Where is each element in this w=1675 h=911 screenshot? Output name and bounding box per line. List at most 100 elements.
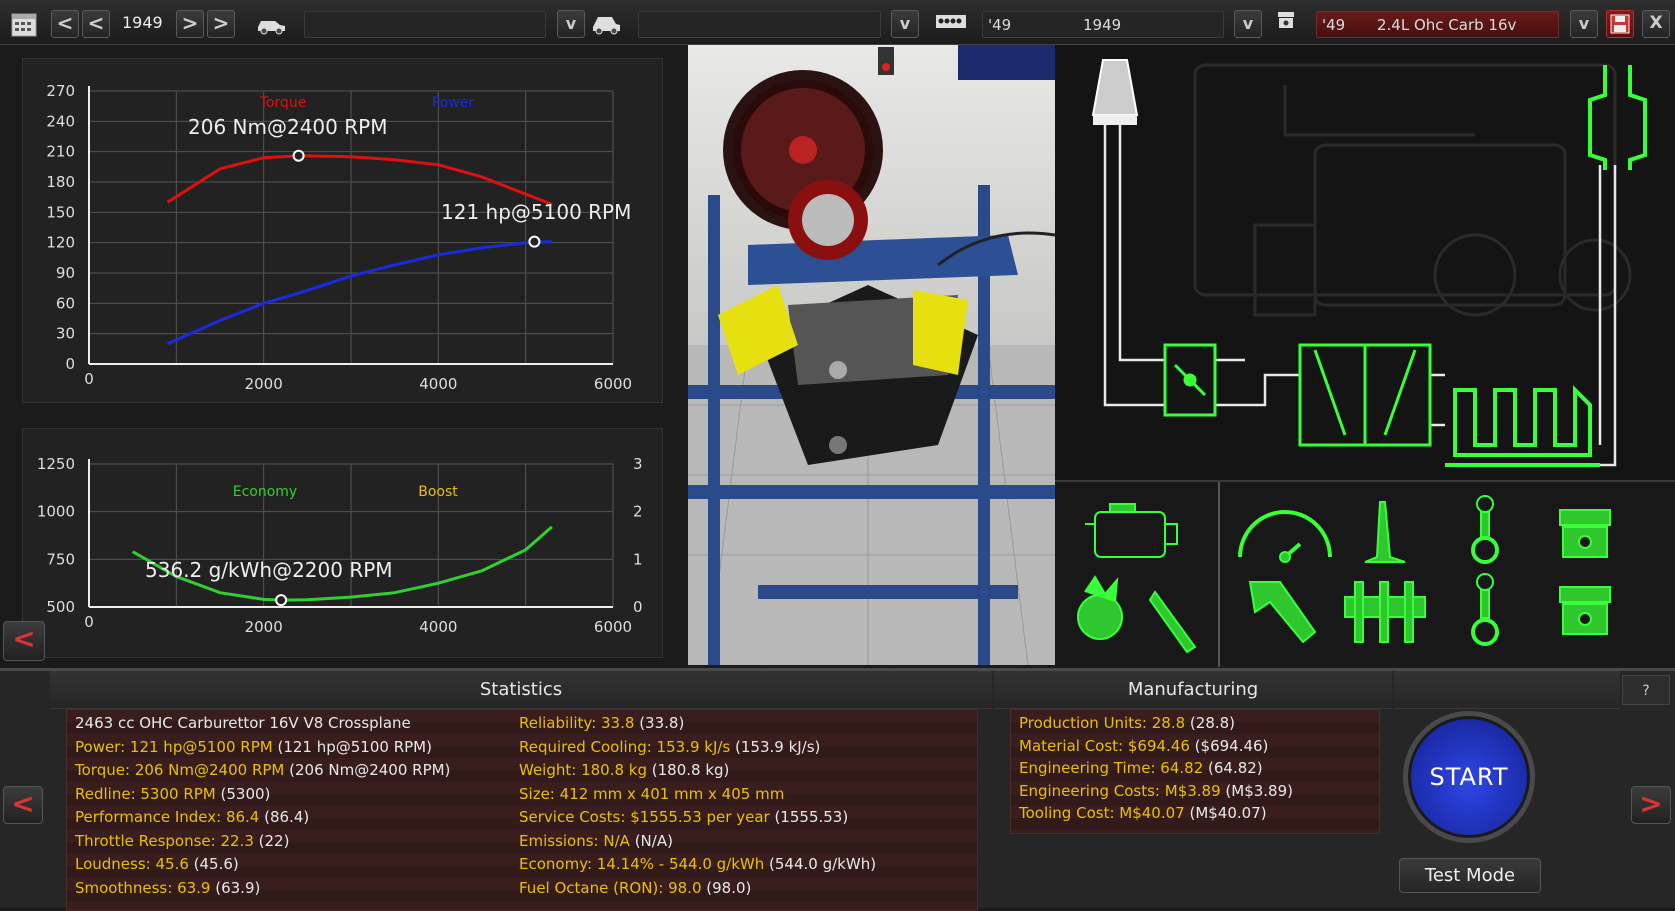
help-button[interactable]: ? <box>1622 675 1670 705</box>
stat-value: (M$3.89) <box>1220 781 1293 800</box>
camshaft-part-icon[interactable] <box>1344 581 1426 643</box>
air-filter-base <box>1093 115 1137 125</box>
conrod-bottom-part-icon[interactable] <box>1471 573 1499 646</box>
bottom-panel: < Statistics 2463 cc OHC Carburettor 16V… <box>0 668 1675 911</box>
prev-page-button[interactable]: < <box>3 786 43 824</box>
start-button[interactable]: START <box>1403 711 1535 843</box>
tuning-part-icon[interactable] <box>1248 581 1317 644</box>
stat-value: (98.0) <box>701 878 752 897</box>
schematic-diagram <box>1091 59 1647 467</box>
year-back-button[interactable]: < <box>82 10 110 38</box>
economy-peak-annotation: 536.2 g/kWh@2200 RPM <box>145 558 393 582</box>
y2-tick-label: 2 <box>633 503 643 521</box>
car-model-icon <box>255 9 287 39</box>
legend-boost: Boost <box>418 484 458 500</box>
stat-label: Power: 121 hp@5100 RPM <box>75 737 273 756</box>
test-mode-button[interactable]: Test Mode <box>1399 858 1541 893</box>
y-tick-label: 210 <box>46 143 75 161</box>
model-dropdown-button[interactable]: v <box>557 10 585 38</box>
engine-schematic <box>1055 45 1675 480</box>
stat-line: Production Units: 28.8 (28.8) <box>1019 714 1235 732</box>
y-tick-label: 500 <box>46 598 75 616</box>
gauge-part-icon[interactable] <box>1238 510 1332 563</box>
part-icons <box>1077 495 1611 654</box>
chart-panel-back-button[interactable]: < <box>3 621 45 661</box>
legend-torque: Torque <box>259 95 307 111</box>
year-forward-fast-button[interactable]: > <box>207 10 235 38</box>
injector-part-icon[interactable] <box>1148 590 1197 654</box>
stat-value: (45.6) <box>188 855 239 873</box>
stat-value: (206 Nm@2400 RPM) <box>284 761 451 779</box>
engine-variant-dropdown-button[interactable]: v <box>1570 10 1598 38</box>
piston-top-part-icon[interactable] <box>1559 509 1611 558</box>
calendar-icon[interactable] <box>8 9 40 39</box>
torque-power-chart-svg: 0 30 60 90 120 150 180 210 240 270 0 2000 4000 6000 To… <box>46 82 632 393</box>
stat-value: (180.8 kg) <box>647 761 730 779</box>
stat-line: Engineering Time: 64.82 (64.82) <box>1019 759 1263 777</box>
engine-variant-name: 2.4L Ohc Carb 16v <box>1377 16 1517 34</box>
statistics-panel: 2463 cc OHC Carburettor 16V V8 Crossplan… <box>66 709 978 911</box>
stat-value: 2463 cc OHC Carburettor 16V V8 Crossplan… <box>75 714 411 732</box>
stat-label: Throttle Response: 22.3 <box>75 831 254 850</box>
air-filter-icon <box>1091 59 1139 116</box>
engine-variant-select[interactable]: '49 2.4L Ohc Carb 16v <box>1316 11 1559 38</box>
piston-bottom-part-icon[interactable] <box>1559 586 1611 635</box>
y-tick-label: 90 <box>56 264 75 282</box>
y-tick-label: 240 <box>46 112 75 130</box>
stat-line: Size: 412 mm x 401 mm x 405 mm <box>519 785 784 803</box>
exhaust-outlet-icon <box>1588 65 1647 170</box>
engine-parts-panel <box>1055 480 1675 667</box>
y-tick-label: 1000 <box>37 503 75 521</box>
stat-label: Fuel Octane (RON): 98.0 <box>519 878 702 897</box>
stat-line: Reliability: 33.8 (33.8) <box>519 714 684 732</box>
stat-value: (153.9 kJ/s) <box>730 737 821 756</box>
stat-label: Loudness: 45.6 <box>75 855 189 873</box>
torque-peak-marker <box>292 149 305 162</box>
y2-tick-label: 0 <box>633 598 643 616</box>
stat-value: (5300) <box>215 784 271 803</box>
engine-block-part-icon[interactable] <box>1085 503 1178 558</box>
stat-value: (86.4) <box>259 808 310 826</box>
stat-label: Engineering Time: 64.82 <box>1019 759 1204 777</box>
trim-dropdown-button[interactable]: v <box>891 10 919 38</box>
x-tick-label: 0 <box>84 613 94 631</box>
next-page-button[interactable]: > <box>1631 786 1671 824</box>
trim-select[interactable] <box>638 11 881 38</box>
power-peak-marker <box>528 235 541 248</box>
trim-icon <box>590 9 622 39</box>
controls-header <box>1394 671 1620 709</box>
y-tick-label: 180 <box>46 173 75 191</box>
save-icon[interactable] <box>1606 10 1634 38</box>
series-line <box>166 240 552 346</box>
power-peak-annotation: 121 hp@5100 RPM <box>441 200 631 224</box>
engine-render <box>688 45 1055 665</box>
stat-value: (N/A) <box>629 831 673 850</box>
torque-power-chart: 0 30 60 90 120 150 180 210 240 270 0 2000 4000 6000 To… <box>22 58 663 403</box>
conrod-top-part-icon[interactable] <box>1471 495 1499 564</box>
piston-icon <box>1270 9 1302 39</box>
y-tick-label: 270 <box>46 82 75 100</box>
engine-family-name: 1949 <box>1083 16 1122 34</box>
year-forward-button[interactable]: > <box>176 10 204 38</box>
engine-family-select[interactable]: '49 1949 <box>982 11 1224 38</box>
stat-value: (M$40.07) <box>1184 804 1267 822</box>
stat-line: Weight: 180.8 kg (180.8 kg) <box>519 761 729 779</box>
manufacturing-title: Manufacturing <box>994 671 1392 709</box>
intake-runner-part-icon[interactable] <box>1364 501 1406 563</box>
top-toolbar: < < 1949 > > v v '49 1949 v '49 2.4L Ohc… <box>0 0 1675 45</box>
start-label: START <box>1429 763 1509 791</box>
engine-family-dropdown-button[interactable]: v <box>1234 10 1262 38</box>
turbo-part-icon[interactable] <box>1077 575 1123 640</box>
stat-value: (33.8) <box>634 714 685 732</box>
stat-label: Torque: 206 Nm@2400 RPM <box>75 761 285 779</box>
close-button[interactable]: X <box>1642 10 1670 38</box>
y2-tick-label: 3 <box>633 455 643 473</box>
stat-line: Performance Index: 86.4 (86.4) <box>75 808 309 826</box>
stat-label: Economy: 14.14% - 544.0 g/kWh <box>519 855 765 873</box>
engine-3d-view[interactable] <box>688 45 1055 665</box>
stat-value: (544.0 g/kWh) <box>764 855 877 873</box>
year-back-fast-button[interactable]: < <box>51 10 79 38</box>
model-select[interactable] <box>304 11 546 38</box>
x-tick-label: 6000 <box>594 375 632 393</box>
engine-variant-year: '49 <box>1322 16 1346 34</box>
